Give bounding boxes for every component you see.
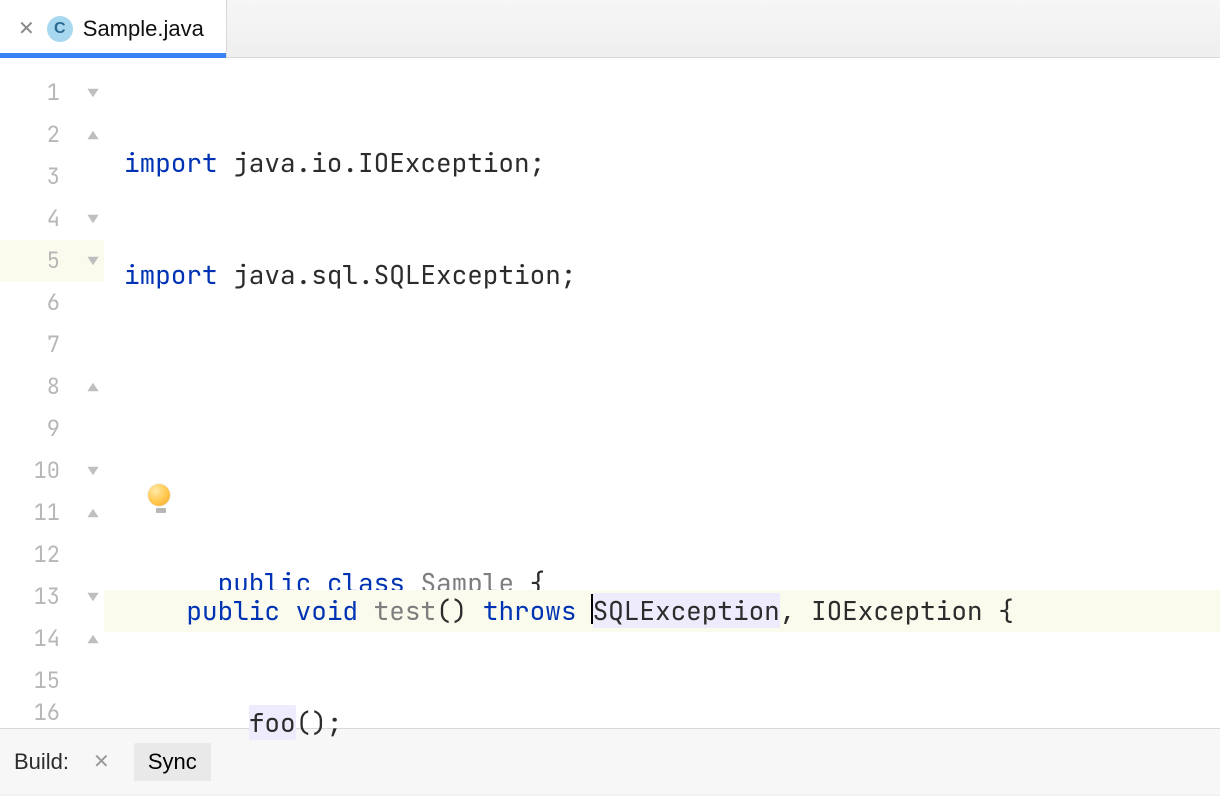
- fold-open-icon[interactable]: [86, 464, 100, 478]
- line-number: 16: [0, 702, 104, 724]
- line-number: 1: [0, 72, 104, 114]
- intention-bulb-icon[interactable]: [148, 484, 174, 510]
- code-line[interactable]: public void test() throws SQLException, …: [104, 590, 1220, 632]
- line-number-gutter: 1 2 3 4 5 6 7 8 9 10: [0, 58, 104, 728]
- fold-close-icon[interactable]: [86, 380, 100, 394]
- close-tab-icon[interactable]: ✕: [16, 17, 37, 41]
- line-number: 4: [0, 198, 104, 240]
- code-line[interactable]: public class Sample {: [104, 478, 1220, 520]
- line-number: 5: [0, 240, 104, 282]
- line-number: 6: [0, 282, 104, 324]
- build-panel-title: Build:: [14, 749, 69, 775]
- tab-filename: Sample.java: [83, 16, 204, 42]
- line-number: 8: [0, 366, 104, 408]
- fold-open-icon[interactable]: [86, 590, 100, 604]
- line-number: 10: [0, 450, 104, 492]
- line-number: 11: [0, 492, 104, 534]
- fold-close-icon[interactable]: [86, 128, 100, 142]
- line-number: 9: [0, 408, 104, 450]
- java-class-icon: C: [47, 16, 73, 42]
- fold-close-icon[interactable]: [86, 506, 100, 520]
- code-line[interactable]: import java.io.IOException;: [104, 142, 1220, 184]
- line-number: 2: [0, 114, 104, 156]
- code-text-area[interactable]: import java.io.IOException; import java.…: [104, 58, 1220, 728]
- editor-tabbar: ✕ C Sample.java: [0, 0, 1220, 58]
- fold-open-icon[interactable]: [86, 86, 100, 100]
- code-editor[interactable]: 1 2 3 4 5 6 7 8 9 10: [0, 58, 1220, 728]
- editor-tab[interactable]: ✕ C Sample.java: [0, 0, 227, 57]
- code-line[interactable]: [104, 366, 1220, 408]
- line-number: 3: [0, 156, 104, 198]
- fold-open-icon[interactable]: [86, 212, 100, 226]
- line-number: 7: [0, 324, 104, 366]
- code-line[interactable]: import java.sql.SQLException;: [104, 254, 1220, 296]
- fold-close-icon[interactable]: [86, 632, 100, 646]
- line-number: 12: [0, 534, 104, 576]
- line-number: 14: [0, 618, 104, 660]
- code-line[interactable]: foo();: [104, 702, 1220, 744]
- line-number: 13: [0, 576, 104, 618]
- fold-open-icon[interactable]: [86, 254, 100, 268]
- line-number: 15: [0, 660, 104, 702]
